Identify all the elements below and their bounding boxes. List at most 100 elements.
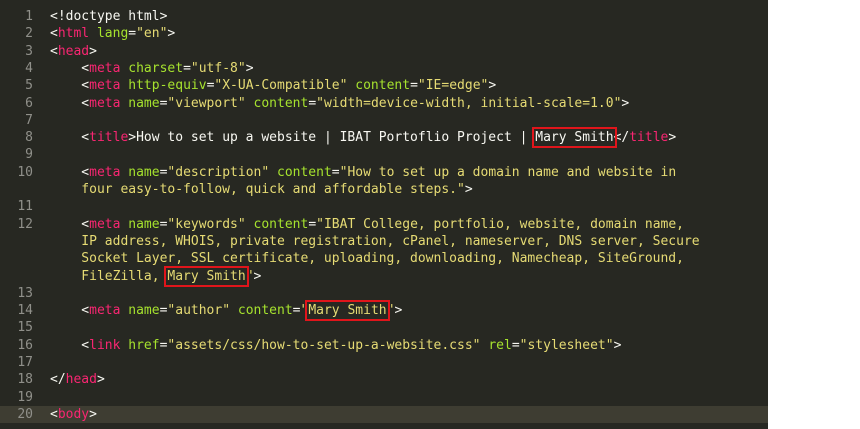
code-text: <html lang="en"> bbox=[50, 25, 175, 42]
line-number: 2 bbox=[25, 26, 33, 42]
code-line[interactable]: 13 bbox=[0, 285, 768, 302]
code-line[interactable]: 14 <meta name="author" content="Mary Smi… bbox=[0, 300, 768, 322]
code-token: "stylesheet" bbox=[519, 337, 614, 353]
code-text: FileZilla, Mary Smith"> bbox=[50, 265, 261, 287]
line-number: 6 bbox=[25, 95, 33, 111]
code-token: > bbox=[96, 372, 105, 388]
code-line[interactable]: 12 <meta name="keywords" content="IBAT C… bbox=[0, 216, 768, 233]
code-text: <meta name="keywords" content="IBAT Coll… bbox=[50, 216, 684, 233]
code-token: </ bbox=[613, 130, 630, 146]
code-line[interactable]: 5 <meta http-equiv = "X-UA-Compatible" con… bbox=[0, 77, 768, 94]
highlighted-name: Mary Smith bbox=[532, 127, 617, 149]
code-text: <title>How to set up a website | IBAT Po… bbox=[50, 127, 677, 149]
code-token: content bbox=[355, 78, 411, 94]
code-token: meta bbox=[89, 60, 121, 76]
code-text: <body> bbox=[50, 406, 97, 423]
code-token: name bbox=[128, 164, 160, 180]
line-number: 8 bbox=[25, 130, 33, 146]
code-token: > bbox=[488, 78, 497, 94]
code-token: IP address, WHOIS, private registration,… bbox=[50, 233, 700, 249]
code-token: meta bbox=[89, 95, 121, 111]
code-token: body bbox=[57, 406, 90, 422]
code-token: = bbox=[183, 60, 191, 76]
code-line[interactable]: four easy-to-follow, quick and affordabl… bbox=[0, 181, 768, 198]
code-token: "IBAT College, portfolio, website, domai… bbox=[316, 216, 685, 232]
code-token: < bbox=[50, 60, 90, 76]
code-token: > bbox=[394, 303, 403, 319]
code-token: >How to set up a website | IBAT Portofli… bbox=[128, 130, 536, 146]
code-token: charset bbox=[128, 60, 184, 76]
code-line[interactable]: 15 bbox=[0, 319, 768, 336]
code-token: meta bbox=[89, 303, 121, 319]
code-line[interactable]: 8 <title>How to set up a website | IBAT … bbox=[0, 127, 768, 149]
code-line[interactable]: 2 <html lang="en"> bbox=[0, 25, 768, 42]
code-text: </head> bbox=[50, 371, 105, 388]
line-number: 5 bbox=[25, 78, 33, 94]
code-token: Socket Layer, SSL certificate, uploading… bbox=[50, 251, 684, 267]
line-number bbox=[0, 233, 33, 250]
code-line[interactable]: 9 bbox=[0, 146, 768, 163]
code-text: four easy-to-follow, quick and affordabl… bbox=[50, 181, 472, 198]
code-line[interactable]: 4 <meta charset="utf-8"> bbox=[0, 60, 768, 77]
code-token: name bbox=[128, 303, 160, 319]
code-token: head bbox=[65, 372, 97, 388]
code-token: content bbox=[237, 303, 293, 319]
code-text: <meta http-equiv = "X-UA-Compatible" conte… bbox=[50, 77, 496, 94]
code-token: > bbox=[621, 95, 630, 111]
code-text: Socket Layer, SSL certificate, uploading… bbox=[50, 250, 684, 267]
code-token: = bbox=[511, 337, 520, 353]
code-line[interactable]: 7 bbox=[0, 112, 768, 129]
code-text: <meta name="author" content="Mary Smith"… bbox=[50, 300, 403, 322]
code-token: > bbox=[167, 26, 176, 42]
code-token: > bbox=[89, 43, 97, 59]
code-token: link bbox=[89, 337, 121, 353]
line-number: 3 bbox=[25, 43, 33, 59]
line-number: 14 bbox=[17, 303, 33, 319]
right-blank-pane bbox=[768, 0, 860, 429]
code-token: < bbox=[50, 406, 58, 422]
line-number bbox=[0, 181, 33, 198]
code-token: = bbox=[308, 216, 317, 232]
highlighted-name: Mary Smith bbox=[164, 265, 249, 287]
code-text: <meta charset="utf-8"> bbox=[50, 60, 253, 77]
code-line[interactable]: 16 <link href = "assets/css/how-to-set-up-… bbox=[0, 337, 768, 354]
code-line[interactable]: IP address, WHOIS, private registration,… bbox=[0, 233, 768, 250]
code-token: > bbox=[89, 406, 97, 422]
code-line[interactable]: 20 <body> bbox=[0, 405, 768, 424]
code-line[interactable]: 3 <head> bbox=[0, 43, 768, 60]
code-line[interactable]: 18 </head> bbox=[0, 371, 768, 388]
code-line[interactable]: 10 <meta name="description" content="How… bbox=[0, 164, 768, 181]
code-token: = bbox=[331, 164, 340, 180]
code-token: lang bbox=[96, 26, 129, 42]
code-line[interactable]: 11 bbox=[0, 198, 768, 215]
code-token: meta bbox=[89, 164, 121, 180]
code-line[interactable]: Socket Layer, SSL certificate, uploading… bbox=[0, 250, 768, 267]
code-line[interactable]: FileZilla, Mary Smith"> bbox=[0, 265, 768, 287]
code-line[interactable]: 6 <meta name="viewport" content="width=d… bbox=[0, 95, 768, 112]
line-number: 7 bbox=[25, 112, 33, 128]
code-token: > bbox=[668, 130, 677, 146]
code-token: "viewport" bbox=[167, 95, 246, 111]
code-line[interactable]: 19 bbox=[0, 389, 768, 406]
code-editor[interactable]: 1 <!doctype html> 2 <html lang="en"> 3 <head>… bbox=[0, 0, 768, 429]
code-token: "X-UA-Compatible" bbox=[214, 78, 348, 94]
line-number bbox=[0, 250, 33, 267]
code-token: "IE=edge" bbox=[417, 78, 489, 94]
code-token: "author" bbox=[167, 303, 231, 319]
code-token: name bbox=[128, 95, 160, 111]
code-line[interactable]: 17 bbox=[0, 354, 768, 371]
code-token: < bbox=[50, 78, 90, 94]
line-number: 13 bbox=[17, 285, 33, 301]
code-token: = bbox=[410, 78, 418, 94]
code-token: < bbox=[50, 164, 90, 180]
code-token: title bbox=[629, 130, 669, 146]
code-token: < bbox=[50, 216, 90, 232]
code-line[interactable]: 1 <!doctype html> bbox=[0, 8, 768, 25]
code-token: "en" bbox=[136, 26, 168, 42]
code-token: < bbox=[50, 337, 90, 353]
code-token: head bbox=[57, 43, 90, 59]
code-token: four easy-to-follow, quick and affordabl… bbox=[50, 182, 465, 197]
